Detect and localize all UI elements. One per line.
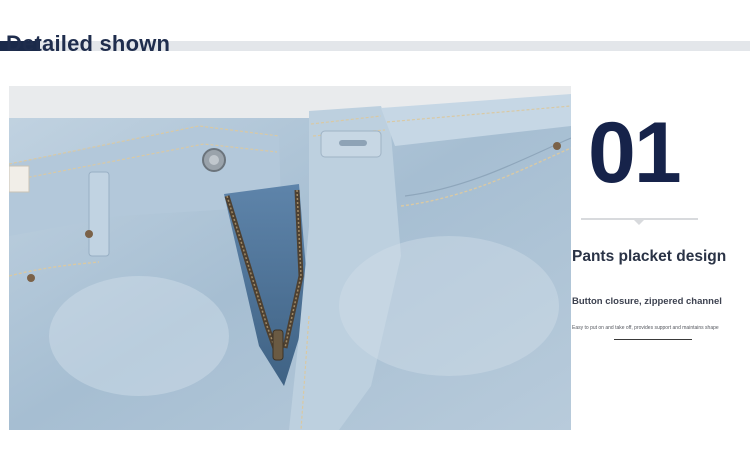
feature-title: Pants placket design	[572, 248, 727, 265]
feature-subtitle: Button closure, zippered channel	[572, 296, 722, 307]
jeans-placket-photo	[9, 86, 571, 430]
divider-notch	[633, 219, 645, 225]
description-underline	[614, 339, 692, 340]
page-title: Detailed shown	[6, 31, 171, 56]
feature-number: 01	[588, 105, 682, 201]
feature-description: Easy to put on and take off, provides su…	[572, 325, 719, 331]
